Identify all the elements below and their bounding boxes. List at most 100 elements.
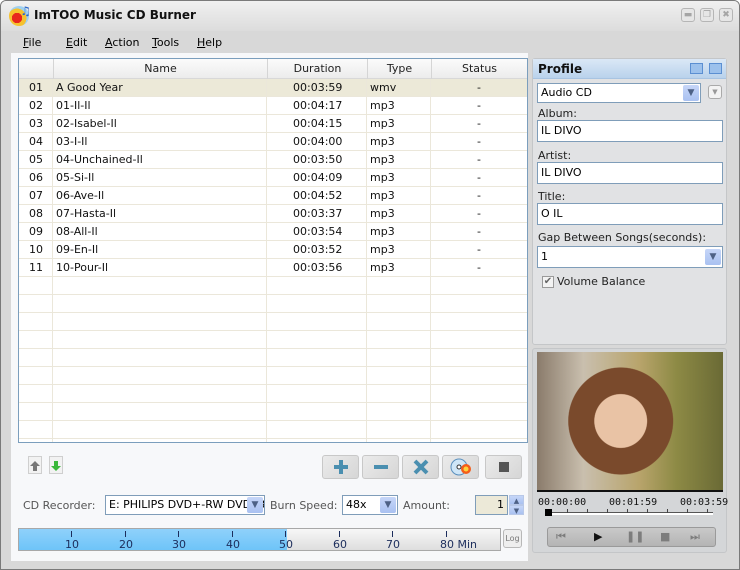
table-row[interactable]: 08 07-Hasta-Il 00:03:37 mp3 -	[19, 205, 527, 223]
track-type: mp3	[370, 207, 395, 220]
panel-view-icon[interactable]	[690, 63, 703, 74]
amount-value[interactable]: 1	[475, 495, 508, 515]
capacity-tick-label: 70	[386, 538, 400, 551]
column-header-status[interactable]: Status	[431, 59, 527, 79]
gap-value: 1	[541, 250, 548, 263]
time-mid: 00:01:59	[609, 497, 658, 508]
profile-options-button[interactable]: ▼	[708, 85, 722, 99]
menu-action[interactable]: Action	[105, 36, 139, 49]
track-status: -	[477, 153, 481, 166]
seek-tick	[627, 509, 628, 513]
remove-button[interactable]	[362, 455, 399, 479]
minimize-button[interactable]: ▬	[681, 8, 695, 22]
empty-row	[19, 313, 527, 331]
stepper-up-icon[interactable]: ▲	[509, 495, 524, 505]
preview-panel: 00:00:00 00:01:59 00:03:59 ⏮ ▶ ❚❚ ■ ⏭	[532, 348, 729, 553]
pause-icon[interactable]: ❚❚	[626, 530, 644, 543]
empty-row	[19, 367, 527, 385]
close-button[interactable]: ✖	[719, 8, 733, 22]
capacity-tick	[71, 531, 72, 537]
add-button[interactable]	[322, 455, 359, 479]
track-name: 09-En-Il	[56, 243, 99, 256]
title-input[interactable]: O IL	[537, 203, 723, 225]
column-divider	[266, 79, 267, 442]
seek-handle[interactable]	[545, 509, 552, 516]
table-row[interactable]: 03 02-Isabel-Il 00:04:15 mp3 -	[19, 115, 527, 133]
track-duration: 00:04:09	[293, 171, 343, 184]
profile-select[interactable]: Audio CD ▼	[537, 83, 701, 103]
track-number: 02	[29, 99, 43, 112]
chevron-down-icon[interactable]: ▼	[380, 497, 396, 513]
seek-tick	[647, 509, 648, 513]
album-input[interactable]: IL DIVO	[537, 120, 723, 142]
track-number: 06	[29, 171, 43, 184]
log-button[interactable]: Log	[503, 529, 522, 548]
track-status: -	[477, 81, 481, 94]
panel-collapse-icon[interactable]	[709, 63, 722, 74]
track-type: mp3	[370, 243, 395, 256]
column-header-type[interactable]: Type	[367, 59, 431, 79]
next-icon[interactable]: ⏭	[690, 530, 700, 544]
artist-input[interactable]: IL DIVO	[537, 162, 723, 184]
seek-tick	[667, 509, 668, 513]
table-row[interactable]: 01 A Good Year 00:03:59 wmv -	[19, 79, 527, 97]
column-header-duration[interactable]: Duration	[267, 59, 367, 79]
track-type: mp3	[370, 261, 395, 274]
track-number: 04	[29, 135, 43, 148]
stop-icon[interactable]: ■	[660, 530, 670, 543]
menu-file[interactable]: File	[23, 36, 41, 49]
column-header-name[interactable]: Name	[53, 59, 267, 79]
table-row[interactable]: 07 06-Ave-Il 00:04:52 mp3 -	[19, 187, 527, 205]
cd-recorder-value: E: PHILIPS DVD+-RW DVD88	[109, 498, 265, 511]
track-type: mp3	[370, 171, 395, 184]
chevron-down-icon[interactable]: ▼	[705, 249, 721, 265]
chevron-down-icon[interactable]: ▼	[247, 497, 263, 513]
empty-row	[19, 277, 527, 295]
cd-recorder-select[interactable]: E: PHILIPS DVD+-RW DVD88 ▼	[105, 495, 265, 515]
profile-header: Profile	[533, 59, 726, 79]
menu-help[interactable]: Help	[197, 36, 222, 49]
time-end: 00:03:59	[680, 497, 729, 508]
table-row[interactable]: 05 04-Unchained-Il 00:03:50 mp3 -	[19, 151, 527, 169]
chevron-down-icon[interactable]: ▼	[683, 85, 699, 101]
move-up-button[interactable]	[28, 456, 42, 474]
track-table[interactable]: Name Duration Type Status 01 A Good Year 0…	[18, 58, 528, 443]
burn-speed-select[interactable]: 48x ▼	[342, 495, 398, 515]
track-name: 06-Ave-Il	[56, 189, 105, 202]
track-number: 11	[29, 261, 43, 274]
previous-icon[interactable]: ⏮	[556, 530, 566, 544]
table-row[interactable]: 11 10-Pour-Il 00:03:56 mp3 -	[19, 259, 527, 277]
amount-stepper[interactable]: 1 ▲ ▼	[475, 495, 525, 515]
volume-balance-checkbox[interactable]: ✔	[542, 276, 554, 288]
move-down-button[interactable]	[49, 456, 63, 474]
title-bar[interactable]: ♫ ImTOO Music CD Burner ▬ ❐ ✖	[1, 1, 739, 31]
clear-button[interactable]	[402, 455, 439, 479]
play-icon[interactable]: ▶	[594, 530, 602, 543]
track-duration: 00:04:52	[293, 189, 343, 202]
table-row[interactable]: 04 03-I-Il 00:04:00 mp3 -	[19, 133, 527, 151]
menu-edit-label: dit	[72, 36, 88, 49]
track-type: wmv	[370, 81, 397, 94]
column-header-number[interactable]	[19, 59, 53, 79]
gap-select[interactable]: 1 ▼	[537, 246, 723, 268]
restore-button[interactable]: ❐	[700, 8, 714, 22]
capacity-tick-label: 10	[65, 538, 79, 551]
burn-button[interactable]	[442, 455, 479, 479]
empty-row	[19, 349, 527, 367]
album-label: Album:	[538, 107, 577, 120]
track-duration: 00:03:37	[293, 207, 343, 220]
menu-tools[interactable]: Tools	[152, 36, 179, 49]
table-row[interactable]: 02 01-Il-Il 00:04:17 mp3 -	[19, 97, 527, 115]
artist-label: Artist:	[538, 149, 572, 162]
capacity-tick	[285, 531, 286, 537]
plus-icon	[333, 460, 348, 474]
menu-edit[interactable]: Edit	[66, 36, 87, 49]
table-row[interactable]: 09 08-All-Il 00:03:54 mp3 -	[19, 223, 527, 241]
table-row[interactable]: 10 09-En-Il 00:03:52 mp3 -	[19, 241, 527, 259]
stop-burn-button[interactable]	[485, 455, 522, 479]
stepper-down-icon[interactable]: ▼	[509, 505, 524, 515]
menu-action-label: ction	[112, 36, 140, 49]
seek-bar[interactable]	[545, 509, 713, 516]
track-type: mp3	[370, 225, 395, 238]
table-row[interactable]: 06 05-Si-Il 00:04:09 mp3 -	[19, 169, 527, 187]
